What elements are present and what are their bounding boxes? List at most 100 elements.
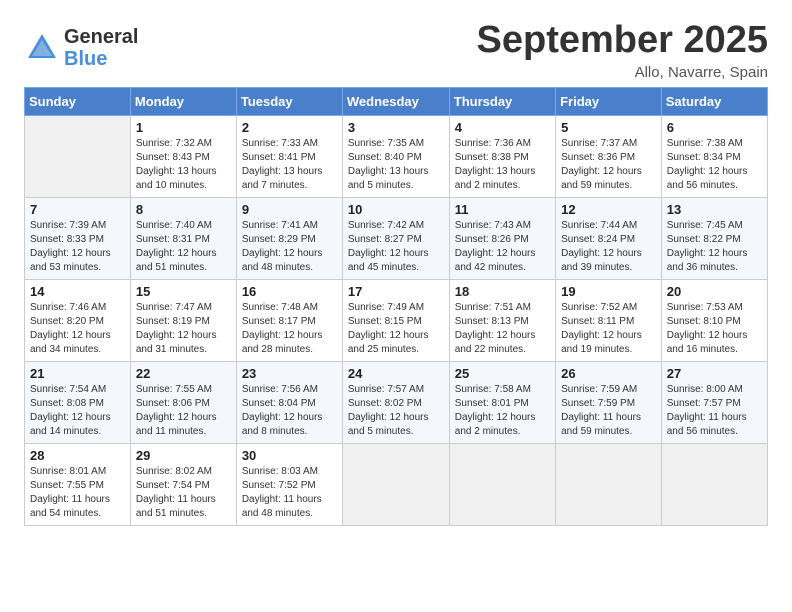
- day-number: 17: [348, 284, 444, 299]
- header-day-sunday: Sunday: [25, 87, 131, 115]
- calendar-cell: [25, 115, 131, 197]
- header-row: SundayMondayTuesdayWednesdayThursdayFrid…: [25, 87, 768, 115]
- day-number: 3: [348, 120, 444, 135]
- day-number: 30: [242, 448, 337, 463]
- calendar-cell: [661, 443, 767, 525]
- day-number: 6: [667, 120, 762, 135]
- calendar-cell: 30 Sunrise: 8:03 AM Sunset: 7:52 PM Dayli…: [236, 443, 342, 525]
- day-number: 14: [30, 284, 125, 299]
- day-info: Sunrise: 7:42 AM Sunset: 8:27 PM Dayligh…: [348, 219, 444, 275]
- logo-general-text: General: [64, 26, 138, 48]
- day-info: Sunrise: 7:58 AM Sunset: 8:01 PM Dayligh…: [455, 383, 550, 439]
- day-info: Sunrise: 7:47 AM Sunset: 8:19 PM Dayligh…: [136, 301, 231, 357]
- calendar-cell: 26 Sunrise: 7:59 AM Sunset: 7:59 PM Dayli…: [556, 361, 662, 443]
- day-info: Sunrise: 7:36 AM Sunset: 8:38 PM Dayligh…: [455, 137, 550, 193]
- calendar-cell: 12Sunrise: 7:44 AM Sunset: 8:24 PM Dayli…: [556, 197, 662, 279]
- week-row-5: 28Sunrise: 8:01 AM Sunset: 7:55 PM Dayli…: [25, 443, 768, 525]
- day-number: 18: [455, 284, 550, 299]
- title-section: September 2025 Allo, Navarre, Spain: [477, 20, 769, 81]
- day-info: Sunrise: 7:59 AM Sunset: 7:59 PM Dayligh…: [561, 383, 656, 439]
- calendar-cell: 5 Sunrise: 7:37 AM Sunset: 8:36 PM Daylig…: [556, 115, 662, 197]
- month-title: September 2025: [477, 20, 769, 62]
- day-number: 5: [561, 120, 656, 135]
- logo-icon: [24, 30, 60, 66]
- day-info: Sunrise: 7:35 AM Sunset: 8:40 PM Dayligh…: [348, 137, 444, 193]
- day-info: Sunrise: 7:48 AM Sunset: 8:17 PM Dayligh…: [242, 301, 337, 357]
- logo: General Blue: [24, 26, 138, 70]
- calendar-cell: 10Sunrise: 7:42 AM Sunset: 8:27 PM Dayli…: [342, 197, 449, 279]
- day-info: Sunrise: 7:52 AM Sunset: 8:11 PM Dayligh…: [561, 301, 656, 357]
- calendar-cell: 3 Sunrise: 7:35 AM Sunset: 8:40 PM Daylig…: [342, 115, 449, 197]
- calendar-cell: 27Sunrise: 8:00 AM Sunset: 7:57 PM Dayli…: [661, 361, 767, 443]
- week-row-4: 21 Sunrise: 7:54 AM Sunset: 8:08 PM Dayli…: [25, 361, 768, 443]
- day-info: Sunrise: 7:55 AM Sunset: 8:06 PM Dayligh…: [136, 383, 231, 439]
- day-info: Sunrise: 8:02 AM Sunset: 7:54 PM Dayligh…: [136, 465, 231, 521]
- day-info: Sunrise: 8:01 AM Sunset: 7:55 PM Dayligh…: [30, 465, 125, 521]
- calendar-cell: 16 Sunrise: 7:48 AM Sunset: 8:17 PM Dayli…: [236, 279, 342, 361]
- calendar-cell: 9 Sunrise: 7:41 AM Sunset: 8:29 PM Daylig…: [236, 197, 342, 279]
- day-info: Sunrise: 7:49 AM Sunset: 8:15 PM Dayligh…: [348, 301, 444, 357]
- day-info: Sunrise: 7:40 AM Sunset: 8:31 PM Dayligh…: [136, 219, 231, 275]
- calendar-cell: 25 Sunrise: 7:58 AM Sunset: 8:01 PM Dayli…: [449, 361, 555, 443]
- calendar-header: SundayMondayTuesdayWednesdayThursdayFrid…: [25, 87, 768, 115]
- header-day-wednesday: Wednesday: [342, 87, 449, 115]
- calendar-cell: 2 Sunrise: 7:33 AM Sunset: 8:41 PM Daylig…: [236, 115, 342, 197]
- header-day-monday: Monday: [130, 87, 236, 115]
- day-number: 16: [242, 284, 337, 299]
- day-number: 8: [136, 202, 231, 217]
- calendar-table: SundayMondayTuesdayWednesdayThursdayFrid…: [24, 87, 768, 526]
- calendar-cell: 4Sunrise: 7:36 AM Sunset: 8:38 PM Daylig…: [449, 115, 555, 197]
- day-info: Sunrise: 8:03 AM Sunset: 7:52 PM Dayligh…: [242, 465, 337, 521]
- day-info: Sunrise: 7:45 AM Sunset: 8:22 PM Dayligh…: [667, 219, 762, 275]
- day-info: Sunrise: 7:41 AM Sunset: 8:29 PM Dayligh…: [242, 219, 337, 275]
- day-number: 22: [136, 366, 231, 381]
- day-number: 25: [455, 366, 550, 381]
- day-info: Sunrise: 7:32 AM Sunset: 8:43 PM Dayligh…: [136, 137, 231, 193]
- calendar-cell: 11Sunrise: 7:43 AM Sunset: 8:26 PM Dayli…: [449, 197, 555, 279]
- day-number: 1: [136, 120, 231, 135]
- day-info: Sunrise: 7:56 AM Sunset: 8:04 PM Dayligh…: [242, 383, 337, 439]
- logo-blue-text: Blue: [64, 48, 138, 70]
- day-number: 15: [136, 284, 231, 299]
- calendar-cell: 22 Sunrise: 7:55 AM Sunset: 8:06 PM Dayli…: [130, 361, 236, 443]
- day-number: 2: [242, 120, 337, 135]
- day-number: 19: [561, 284, 656, 299]
- calendar-cell: 15 Sunrise: 7:47 AM Sunset: 8:19 PM Dayli…: [130, 279, 236, 361]
- logo-text: General Blue: [64, 26, 138, 70]
- day-number: 13: [667, 202, 762, 217]
- header-day-tuesday: Tuesday: [236, 87, 342, 115]
- day-number: 29: [136, 448, 231, 463]
- calendar-cell: 1 Sunrise: 7:32 AM Sunset: 8:43 PM Daylig…: [130, 115, 236, 197]
- calendar-cell: 13 Sunrise: 7:45 AM Sunset: 8:22 PM Dayli…: [661, 197, 767, 279]
- header-day-thursday: Thursday: [449, 87, 555, 115]
- day-info: Sunrise: 7:44 AM Sunset: 8:24 PM Dayligh…: [561, 219, 656, 275]
- calendar-cell: 21 Sunrise: 7:54 AM Sunset: 8:08 PM Dayli…: [25, 361, 131, 443]
- calendar-cell: 17 Sunrise: 7:49 AM Sunset: 8:15 PM Dayli…: [342, 279, 449, 361]
- location: Allo, Navarre, Spain: [477, 64, 769, 81]
- calendar-cell: [449, 443, 555, 525]
- day-info: Sunrise: 7:46 AM Sunset: 8:20 PM Dayligh…: [30, 301, 125, 357]
- calendar-cell: 28Sunrise: 8:01 AM Sunset: 7:55 PM Dayli…: [25, 443, 131, 525]
- calendar-cell: 7Sunrise: 7:39 AM Sunset: 8:33 PM Daylig…: [25, 197, 131, 279]
- day-info: Sunrise: 7:54 AM Sunset: 8:08 PM Dayligh…: [30, 383, 125, 439]
- day-info: Sunrise: 7:33 AM Sunset: 8:41 PM Dayligh…: [242, 137, 337, 193]
- day-number: 21: [30, 366, 125, 381]
- day-number: 9: [242, 202, 337, 217]
- week-row-3: 14 Sunrise: 7:46 AM Sunset: 8:20 PM Dayli…: [25, 279, 768, 361]
- calendar-cell: 19 Sunrise: 7:52 AM Sunset: 8:11 PM Dayli…: [556, 279, 662, 361]
- day-number: 11: [455, 202, 550, 217]
- day-info: Sunrise: 7:37 AM Sunset: 8:36 PM Dayligh…: [561, 137, 656, 193]
- week-row-1: 1 Sunrise: 7:32 AM Sunset: 8:43 PM Daylig…: [25, 115, 768, 197]
- calendar-cell: 20Sunrise: 7:53 AM Sunset: 8:10 PM Dayli…: [661, 279, 767, 361]
- day-info: Sunrise: 7:57 AM Sunset: 8:02 PM Dayligh…: [348, 383, 444, 439]
- calendar-cell: 24Sunrise: 7:57 AM Sunset: 8:02 PM Dayli…: [342, 361, 449, 443]
- calendar-cell: [342, 443, 449, 525]
- day-number: 7: [30, 202, 125, 217]
- day-info: Sunrise: 7:38 AM Sunset: 8:34 PM Dayligh…: [667, 137, 762, 193]
- day-info: Sunrise: 7:51 AM Sunset: 8:13 PM Dayligh…: [455, 301, 550, 357]
- day-number: 23: [242, 366, 337, 381]
- calendar-cell: 23 Sunrise: 7:56 AM Sunset: 8:04 PM Dayli…: [236, 361, 342, 443]
- day-number: 26: [561, 366, 656, 381]
- day-number: 20: [667, 284, 762, 299]
- header-day-friday: Friday: [556, 87, 662, 115]
